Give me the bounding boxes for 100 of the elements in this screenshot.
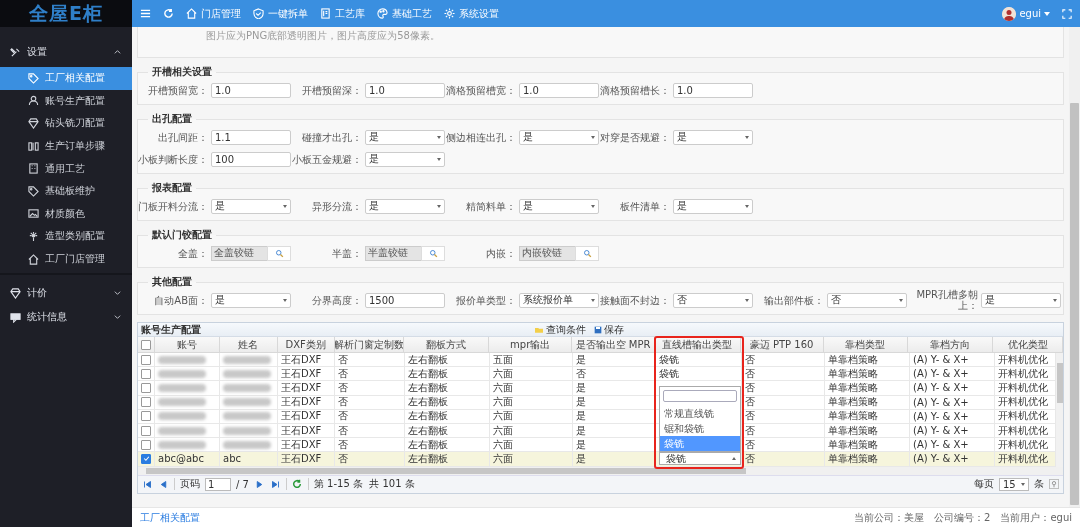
select-field[interactable]: 是: [673, 129, 753, 145]
book-icon: [320, 8, 331, 19]
text-field[interactable]: 1.0: [365, 82, 445, 98]
column-header[interactable]: 优化类型: [1007, 337, 1048, 352]
table-cell: 六面: [493, 423, 513, 438]
select-field[interactable]: 是: [519, 129, 599, 145]
breadcrumb-link[interactable]: 工厂相关配置: [140, 510, 200, 525]
column-header[interactable]: mpr输出: [510, 337, 551, 352]
table-cell: 左右翻板: [408, 395, 448, 410]
search-field[interactable]: [663, 390, 737, 403]
select-field[interactable]: 是: [519, 198, 599, 214]
avatar[interactable]: [1002, 6, 1017, 21]
search-button[interactable]: [267, 245, 291, 261]
select-field[interactable]: 是: [365, 198, 445, 214]
dropdown-option[interactable]: 锯和袋铣: [660, 421, 740, 437]
checkbox[interactable]: [141, 425, 151, 436]
text-field[interactable]: 1.0: [519, 82, 599, 98]
sidebar-item[interactable]: 生产订单步骤: [0, 134, 132, 158]
column-header[interactable]: 解析门窗定制数: [334, 337, 404, 352]
field-label: 内嵌：: [485, 247, 517, 259]
column-header[interactable]: 翻板方式: [426, 337, 467, 352]
sidebar-item[interactable]: 工厂门店管理: [0, 247, 132, 271]
checkbox[interactable]: [141, 439, 151, 450]
diamond-icon: [28, 118, 39, 129]
table-cell: 否: [745, 352, 755, 367]
shield-icon: [253, 8, 264, 19]
refresh-button[interactable]: [163, 8, 174, 19]
refresh-button[interactable]: [291, 478, 303, 490]
table-cell: 六面: [493, 395, 513, 410]
table-cell: 否: [576, 366, 586, 381]
select-field[interactable]: 否: [673, 292, 753, 308]
sidebar-item[interactable]: 造型类别配置: [0, 225, 132, 248]
page-total: / 7: [236, 478, 249, 490]
sidebar-item[interactable]: 材质颜色: [0, 202, 132, 226]
fullscreen-button[interactable]: [1062, 8, 1072, 19]
table-cell: 否: [745, 437, 755, 452]
next-icon: [254, 479, 264, 489]
table-row[interactable]: 王石DXF 否 左右翻板 六面 否 袋铣 否 单靠档策略 (A) Y- & X+ 开料机优化: [138, 367, 1056, 382]
query-button[interactable]: 查询条件: [534, 322, 586, 337]
refresh-icon: [163, 8, 174, 19]
select-field[interactable]: 是: [673, 198, 753, 214]
search-button[interactable]: [575, 245, 599, 261]
sidebar-item[interactable]: 钻头铣刀配置: [0, 112, 132, 135]
first-page-button[interactable]: [142, 478, 153, 490]
tag-icon: [28, 72, 39, 84]
column-header[interactable]: 靠档类型: [845, 337, 886, 352]
column-header[interactable]: DXF类别: [285, 337, 326, 352]
save-button[interactable]: 保存: [594, 322, 624, 337]
checkbox[interactable]: [141, 354, 151, 365]
checkbox[interactable]: [141, 368, 151, 379]
table-cell: 是: [576, 451, 586, 466]
person-icon: [28, 95, 39, 107]
column-header[interactable]: 豪迈 PTP 160: [749, 337, 814, 352]
select-field[interactable]: 是: [365, 129, 445, 145]
column-header[interactable]: 是否输出空 MPR: [575, 337, 651, 352]
text-field[interactable]: 1.0: [211, 82, 291, 98]
column-header[interactable]: 账号: [176, 337, 197, 352]
checkbox[interactable]: [141, 382, 151, 393]
menu-group[interactable]: 统计信息: [0, 305, 132, 330]
menu-group[interactable]: 计价: [0, 281, 132, 306]
search-button[interactable]: [421, 245, 445, 261]
sidebar-item[interactable]: 通用工艺: [0, 157, 132, 180]
menu-button[interactable]: [140, 8, 151, 19]
select-field[interactable]: 是: [365, 151, 445, 167]
table-cell: 否: [745, 409, 755, 424]
scrollbar[interactable]: [138, 466, 1063, 475]
column-header[interactable]: 直线槽输出类型: [662, 337, 733, 352]
table-cell: (A) Y- & X+: [913, 439, 969, 451]
status-text: 当前公司：美屋: [854, 510, 924, 525]
column-header[interactable]: 靠档方向: [930, 337, 971, 352]
table-cell: 是: [576, 409, 586, 424]
page-field[interactable]: 1: [205, 477, 231, 491]
table-cell: 开料机优化: [998, 395, 1048, 410]
select-field[interactable]: 否: [827, 292, 907, 308]
text-field[interactable]: 1.1: [211, 129, 291, 145]
text-field[interactable]: 1500: [365, 292, 445, 308]
checkbox[interactable]: [141, 411, 151, 422]
text-field[interactable]: 1.0: [673, 82, 753, 98]
scrollbar[interactable]: [1056, 353, 1063, 467]
text-field[interactable]: 100: [211, 151, 291, 167]
table-cell: 王石DXF: [281, 451, 322, 466]
checkbox[interactable]: [141, 339, 151, 350]
checkbox[interactable]: [141, 397, 151, 408]
select-field[interactable]: 系统报价单: [519, 292, 599, 308]
sidebar-item[interactable]: 账号生产配置: [0, 89, 132, 113]
select-field[interactable]: 是: [211, 198, 291, 214]
scrollbar[interactable]: [1069, 27, 1080, 507]
select-field[interactable]: 是: [981, 292, 1061, 308]
table-row[interactable]: 王石DXF 否 左右翻板 五面 是 袋铣 否 单靠档策略 (A) Y- & X+ 开料机优化: [138, 353, 1056, 368]
select-field[interactable]: 是: [211, 292, 291, 308]
checkbox[interactable]: [141, 453, 151, 464]
menu-group[interactable]: 设置: [0, 40, 132, 64]
prev-page-button[interactable]: [158, 478, 169, 490]
sidebar-item[interactable]: 基础板维护: [0, 179, 132, 203]
column-header[interactable]: 姓名: [238, 337, 259, 352]
last-page-button[interactable]: [269, 478, 281, 490]
table-cell: 开料机优化: [998, 409, 1048, 424]
field-label: 精简料单：: [465, 200, 517, 212]
select-field[interactable]: 袋铣: [659, 452, 741, 466]
per-page-select[interactable]: 15: [999, 477, 1029, 491]
